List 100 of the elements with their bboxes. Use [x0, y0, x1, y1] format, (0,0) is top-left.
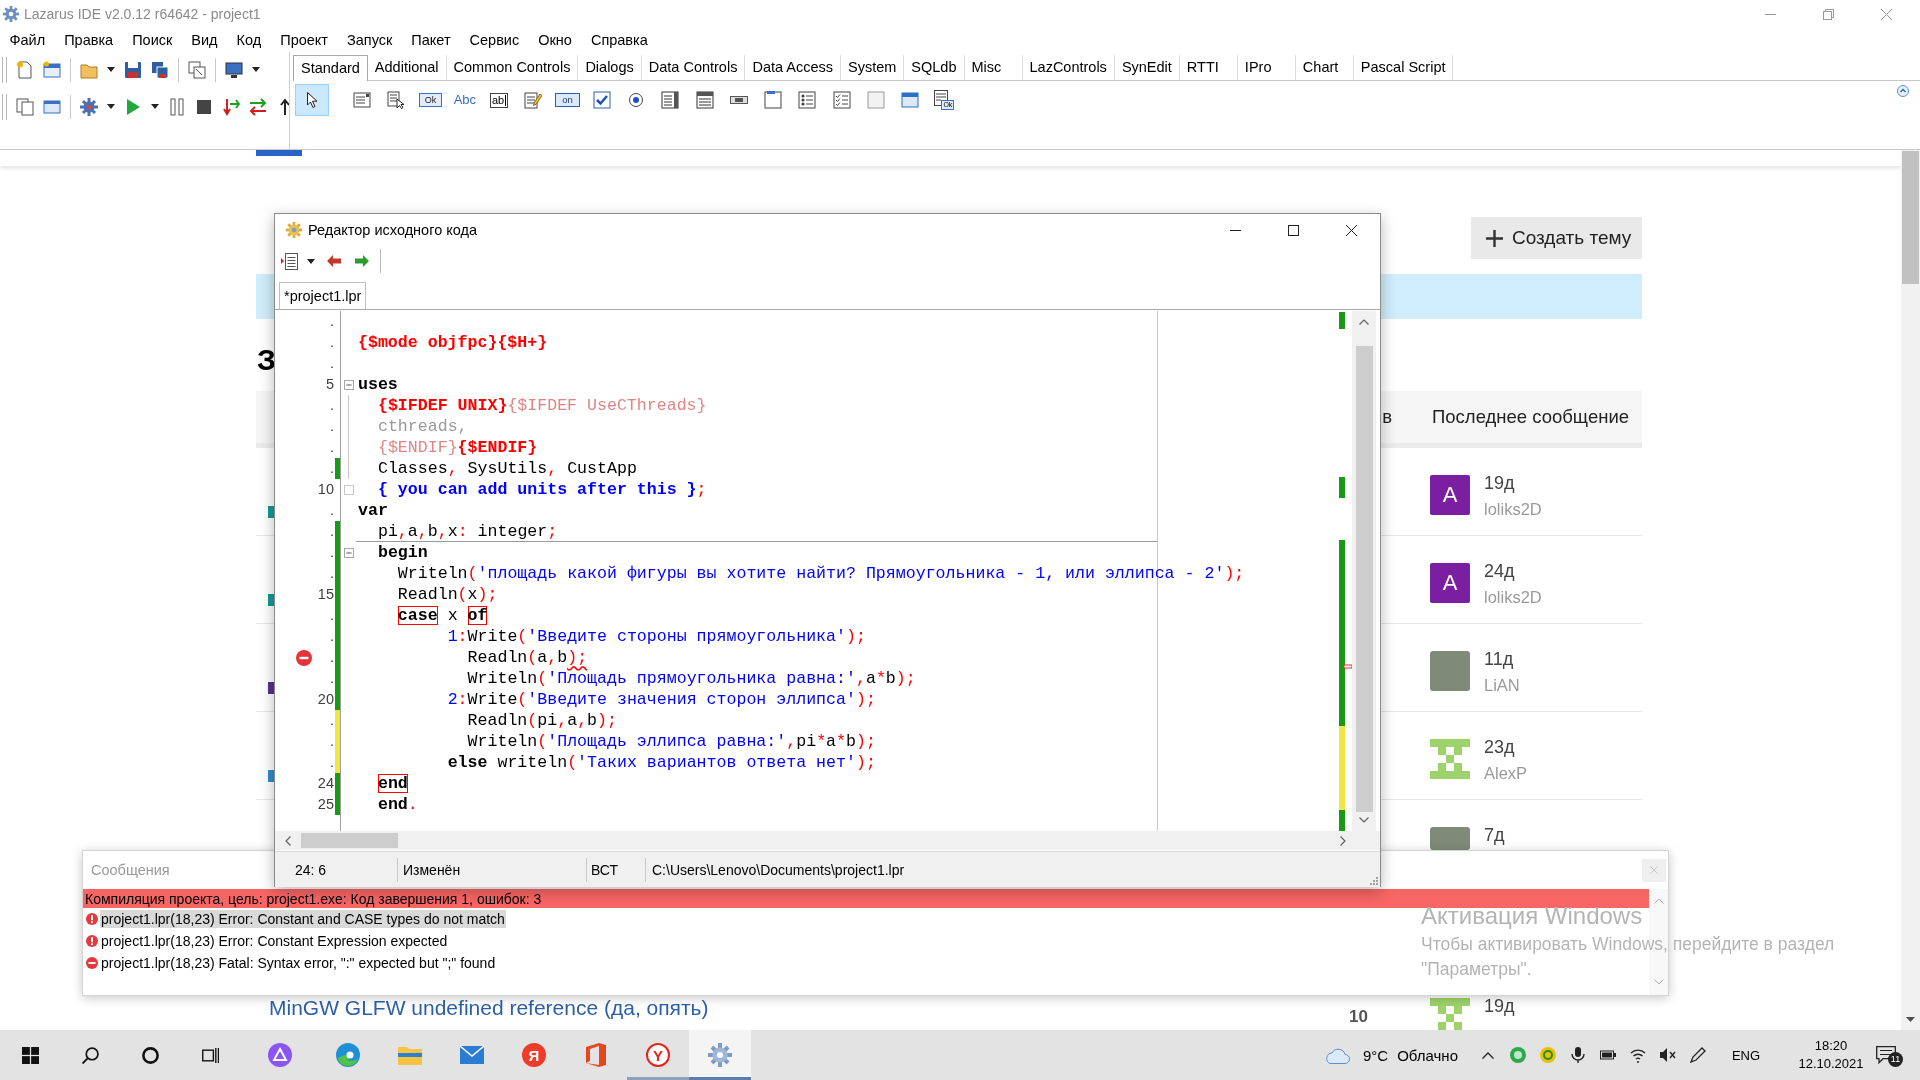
caret-icon[interactable]	[107, 67, 115, 72]
component-button[interactable]: ab	[482, 84, 517, 116]
scroll-right-icon[interactable]	[1340, 835, 1346, 846]
scroll-up-icon[interactable]	[1359, 319, 1369, 325]
menu-item[interactable]: Справка	[581, 30, 658, 50]
component-button[interactable]: Abc	[447, 84, 482, 116]
start-menu-icon[interactable]	[21, 1046, 39, 1064]
pen-icon[interactable]	[1690, 1047, 1706, 1063]
scroll-left-icon[interactable]	[285, 835, 291, 846]
code-line: Writeln('Площадь прямоугольника равна:',a*b);	[467, 669, 916, 688]
check-list-icon	[832, 91, 851, 109]
letter-avatar[interactable]: A	[1430, 563, 1470, 603]
temperature[interactable]: 9°C	[1363, 1046, 1389, 1064]
message-text[interactable]: Компиляция проекта, цель: project1.exe: Код завершения 1, ошибок: 3	[84, 889, 543, 908]
window-title: Редактор исходного кода	[308, 222, 477, 238]
menu-item[interactable]: Окно	[528, 30, 582, 50]
taskbar-button[interactable]: Я	[503, 1030, 565, 1080]
component-button[interactable]	[295, 84, 329, 116]
window-icon[interactable]	[43, 97, 61, 116]
file-tab[interactable]: *project1.lpr	[279, 282, 367, 309]
vertical-scrollbar[interactable]	[1352, 311, 1376, 831]
monitor-icon[interactable]	[225, 60, 243, 79]
plus-icon	[1486, 229, 1503, 247]
task-view-icon[interactable]	[201, 1046, 219, 1064]
text-block-icon	[695, 91, 714, 109]
save-all-icon[interactable]	[151, 60, 169, 79]
scroll-down-icon[interactable]	[1359, 817, 1369, 823]
close-icon[interactable]	[1345, 224, 1357, 236]
line-number: 20	[317, 690, 335, 709]
menu-item[interactable]: Пакет	[401, 30, 461, 50]
play-icon[interactable]	[124, 97, 142, 116]
caret-icon[interactable]	[107, 104, 115, 109]
speaker-muted-icon[interactable]	[1660, 1047, 1676, 1063]
palette-tab[interactable]: Standard	[293, 55, 368, 81]
scrollbar-thumb[interactable]	[1355, 346, 1373, 812]
list-page-icon[interactable]	[281, 252, 298, 270]
component-button[interactable]: Ok	[413, 84, 448, 116]
letter-avatar[interactable]: A	[1430, 475, 1470, 515]
arrow-circle-icon[interactable]	[1897, 85, 1909, 97]
caret-icon[interactable]	[307, 258, 315, 264]
menu-item[interactable]: Поиск	[122, 30, 182, 50]
swap-arrows-icon[interactable]	[222, 97, 240, 116]
save-icon[interactable]	[124, 60, 142, 79]
clock-time[interactable]: 18:20	[1814, 1037, 1848, 1055]
create-topic-button[interactable]: Создать тему	[1471, 217, 1642, 259]
scroll-down-icon[interactable]	[1906, 1017, 1915, 1022]
menu-item[interactable]: Вид	[181, 30, 228, 50]
scrollbar-thumb[interactable]	[301, 833, 398, 848]
restore-icon[interactable]	[1822, 8, 1834, 20]
line-number: .	[329, 669, 335, 688]
resize-grip-icon[interactable]	[1369, 876, 1378, 885]
message-text[interactable]: project1.lpr(18,23) Error: Constant and CASE types do not match	[100, 910, 506, 928]
battery-icon[interactable]	[1600, 1047, 1616, 1063]
menu-item[interactable]: Код	[227, 30, 271, 50]
maximize-icon[interactable]	[1287, 224, 1299, 236]
topic-link[interactable]: MinGW GLFW undefined reference (да, опять)	[269, 997, 709, 1019]
close-icon	[1650, 866, 1658, 874]
modified-status: Изменён	[403, 861, 461, 878]
error-marker-icon[interactable]	[296, 649, 312, 666]
ring-icon[interactable]	[141, 1046, 159, 1064]
component-button[interactable]: on	[550, 84, 585, 116]
caret-icon[interactable]	[252, 67, 260, 72]
forward-arrow-icon[interactable]	[355, 255, 369, 267]
pause-icon[interactable]	[168, 97, 186, 116]
taskbar-button[interactable]	[689, 1030, 751, 1080]
language-indicator[interactable]: ENG	[1726, 1047, 1766, 1063]
stop-icon[interactable]	[195, 97, 213, 116]
post-age: 19д	[1484, 995, 1515, 1018]
wifi-icon[interactable]	[1630, 1047, 1646, 1063]
cloud-icon[interactable]	[1324, 1046, 1350, 1064]
back-arrow-icon[interactable]	[327, 255, 341, 267]
page-scrollbar[interactable]	[1901, 150, 1920, 1030]
swap-arrows-icon[interactable]	[249, 97, 267, 116]
code-line: var	[358, 501, 388, 520]
gear-icon	[285, 221, 303, 239]
toggle-windows-icon[interactable]	[188, 60, 206, 79]
clock-date[interactable]: 12.10.2021	[1798, 1055, 1864, 1073]
sync-icon[interactable]	[1540, 1047, 1556, 1063]
horizontal-scrollbar[interactable]	[275, 831, 1352, 850]
caret-icon[interactable]	[151, 104, 159, 109]
copy-icon[interactable]	[16, 97, 34, 116]
new-window-icon[interactable]	[43, 60, 61, 79]
menu-item[interactable]: Файл	[0, 30, 55, 50]
cursor-position: 24: 6	[295, 861, 327, 878]
post-age: 7д	[1484, 824, 1505, 847]
orb-icon	[268, 1043, 292, 1067]
menu-item[interactable]: Запуск	[337, 30, 402, 50]
search-icon[interactable]	[81, 1046, 99, 1064]
gear-icon[interactable]	[80, 97, 98, 116]
menu-item[interactable]: Сервис	[460, 30, 529, 50]
line-number: .	[329, 438, 335, 457]
weather-condition[interactable]: Облачно	[1397, 1046, 1458, 1064]
microphone-icon[interactable]	[1570, 1047, 1586, 1063]
message-text[interactable]: project1.lpr(18,23) Error: Constant Expression expected	[100, 932, 449, 950]
chevron-up-icon[interactable]	[1482, 1051, 1494, 1059]
minimize-icon[interactable]	[1229, 229, 1241, 231]
scrollbar-thumb[interactable]	[1902, 151, 1919, 284]
menu-item[interactable]: Правка	[54, 30, 123, 50]
menu-item[interactable]: Проект	[270, 30, 338, 50]
message-text[interactable]: project1.lpr(18,23) Fatal: Syntax error, ":" expected but ";" found	[100, 954, 497, 972]
